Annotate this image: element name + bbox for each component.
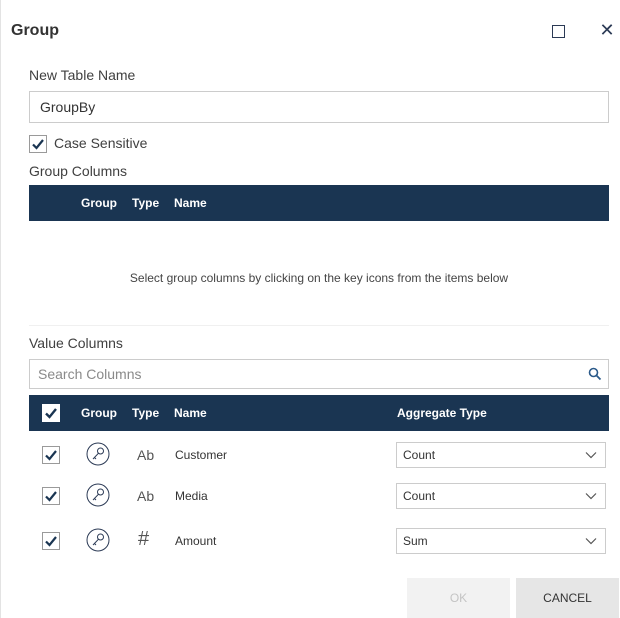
aggregate-type-select[interactable]: Sum xyxy=(396,528,606,554)
group-col-header: Group xyxy=(81,406,117,420)
check-icon xyxy=(45,408,57,419)
group-columns-empty-area: Select group columns by clicking on the … xyxy=(29,221,609,326)
value-columns-header: Group Type Name Aggregate Type xyxy=(29,395,609,431)
column-name: Customer xyxy=(175,448,228,462)
table-row: Ab Customer Count xyxy=(29,434,609,475)
check-icon xyxy=(45,450,57,461)
case-sensitive-checkbox[interactable] xyxy=(29,135,47,153)
dialog-header: Group ✕ xyxy=(1,0,620,60)
group-columns-header: Group Type Name xyxy=(29,185,609,221)
ok-button[interactable]: OK xyxy=(407,578,510,618)
check-icon xyxy=(45,491,57,502)
type-text-icon: Ab xyxy=(137,488,155,504)
search-icon[interactable] xyxy=(588,367,602,381)
chevron-down-icon xyxy=(585,452,597,459)
type-col-header: Type xyxy=(132,406,160,420)
new-table-name-input[interactable]: GroupBy xyxy=(29,91,609,123)
maximize-icon[interactable] xyxy=(552,25,565,38)
aggregate-type-value: Count xyxy=(403,489,436,503)
search-columns-input[interactable] xyxy=(30,360,570,388)
table-row: # Amount Sum xyxy=(29,520,609,561)
dialog-footer: OK CANCEL xyxy=(1,568,620,618)
aggregate-type-select[interactable]: Count xyxy=(396,483,606,509)
type-col-header: Type xyxy=(132,196,160,210)
key-icon[interactable] xyxy=(86,442,110,466)
group-columns-empty-message: Select group columns by clicking on the … xyxy=(129,271,509,285)
type-number-icon: # xyxy=(138,528,150,550)
key-icon[interactable] xyxy=(86,528,110,552)
cancel-button[interactable]: CANCEL xyxy=(516,578,619,618)
table-row: Ab Media Count xyxy=(29,475,609,516)
value-columns-label: Value Columns xyxy=(29,335,123,351)
aggregate-type-value: Count xyxy=(403,448,436,462)
check-icon xyxy=(32,139,44,150)
row-checkbox[interactable] xyxy=(42,446,60,464)
select-all-checkbox[interactable] xyxy=(42,404,60,422)
aggregate-type-value: Sum xyxy=(403,534,428,548)
type-text-icon: Ab xyxy=(137,447,155,463)
chevron-down-icon xyxy=(585,538,597,545)
name-col-header: Name xyxy=(174,406,207,420)
new-table-name-label: New Table Name xyxy=(29,67,136,83)
aggregate-type-col-header: Aggregate Type xyxy=(397,406,487,420)
column-name: Media xyxy=(175,489,208,503)
key-icon[interactable] xyxy=(86,483,110,507)
name-col-header: Name xyxy=(174,196,207,210)
aggregate-type-select[interactable]: Count xyxy=(396,442,606,468)
close-icon[interactable]: ✕ xyxy=(597,20,617,40)
group-columns-label: Group Columns xyxy=(29,163,128,179)
row-checkbox[interactable] xyxy=(42,532,60,550)
dialog-title: Group xyxy=(11,22,59,39)
column-name: Amount xyxy=(175,534,217,548)
chevron-down-icon xyxy=(585,493,597,500)
search-columns-box xyxy=(29,359,609,389)
case-sensitive-label: Case Sensitive xyxy=(54,135,148,151)
row-checkbox[interactable] xyxy=(42,487,60,505)
check-icon xyxy=(45,536,57,547)
group-col-header: Group xyxy=(81,196,117,210)
group-dialog: Group ✕ New Table Name GroupBy Case Sens… xyxy=(0,0,620,618)
